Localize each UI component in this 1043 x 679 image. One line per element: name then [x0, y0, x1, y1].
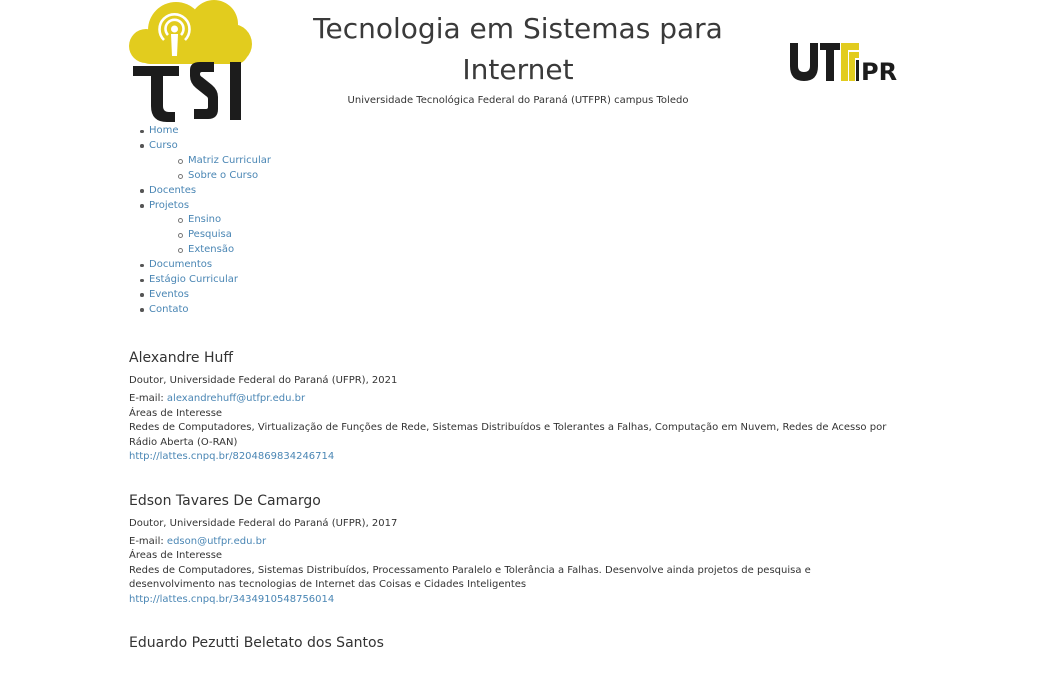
nav-item-matriz: Matriz Curricular: [149, 154, 529, 169]
faculty-entry: Eduardo Pezutti Beletato dos Santos: [129, 631, 894, 655]
faculty-list: Alexandre Huff Doutor, Universidade Fede…: [129, 346, 894, 679]
nav-item-pesquisa: Pesquisa: [149, 228, 529, 243]
nav-link-estagio-curricular[interactable]: Estágio Curricular: [149, 274, 238, 285]
email-label: E-mail:: [129, 393, 164, 404]
nav-item-contato: Contato: [129, 303, 529, 318]
nav-link-extensao[interactable]: Extensão: [188, 244, 234, 255]
nav-link-sobre-o-curso[interactable]: Sobre o Curso: [188, 170, 258, 181]
nav-link-curso[interactable]: Curso: [149, 140, 178, 151]
faculty-degree: Doutor, Universidade Federal do Paraná (…: [129, 517, 398, 529]
utfpr-logo-pr-text: PR: [861, 58, 897, 82]
nav-link-pesquisa[interactable]: Pesquisa: [188, 229, 232, 240]
nav-item-sobre: Sobre o Curso: [149, 169, 529, 184]
faculty-email-row: E-mail: alexandrehuff@utfpr.edu.br: [129, 392, 894, 407]
utfpr-logo[interactable]: PR: [789, 42, 909, 86]
faculty-name: Edson Tavares De Camargo: [129, 492, 321, 509]
nav-link-documentos[interactable]: Documentos: [149, 259, 212, 270]
nav-item-projetos: Projetos Ensino Pesquisa Extensão: [129, 199, 529, 259]
nav-item-extensao: Extensão: [149, 243, 529, 258]
tsi-logo[interactable]: [128, 0, 254, 126]
faculty-entry: Edson Tavares De Camargo Doutor, Univers…: [129, 489, 894, 608]
nav-link-contato[interactable]: Contato: [149, 304, 189, 315]
interests-label: Áreas de Interesse: [129, 407, 223, 419]
interests-text: Redes de Computadores, Virtualização de …: [129, 422, 887, 448]
nav-item-home: Home: [129, 124, 529, 139]
faculty-email-link[interactable]: edson@utfpr.edu.br: [167, 536, 266, 547]
faculty-name: Eduardo Pezutti Beletato dos Santos: [129, 635, 384, 651]
faculty-degree: Doutor, Universidade Federal do Paraná (…: [129, 375, 398, 386]
interests-text: Redes de Computadores, Sistemas Distribu…: [129, 564, 811, 591]
nav-link-eventos[interactable]: Eventos: [149, 289, 189, 300]
nav-link-docentes[interactable]: Docentes: [149, 185, 196, 196]
nav-item-ensino: Ensino: [149, 213, 529, 228]
main-navigation: Home Curso Matriz Curricular Sobre o Cur…: [129, 124, 529, 318]
lattes-link[interactable]: http://lattes.cnpq.br/3434910548756014: [129, 594, 334, 605]
nav-link-projetos[interactable]: Projetos: [149, 200, 189, 211]
lattes-link[interactable]: http://lattes.cnpq.br/8204869834246714: [129, 451, 334, 462]
faculty-name: Alexandre Huff: [129, 350, 234, 366]
site-header: Tecnologia em Sistemas para Internet Uni…: [0, 0, 1043, 122]
utfpr-logo-graphic: PR: [790, 43, 897, 86]
nav-item-eventos: Eventos: [129, 288, 529, 303]
tsi-logo-graphic: [129, 0, 252, 122]
nav-item-estagio: Estágio Curricular: [129, 273, 529, 288]
faculty-email-row: E-mail: edson@utfpr.edu.br: [129, 535, 894, 550]
nav-link-ensino[interactable]: Ensino: [188, 214, 221, 225]
faculty-email-link[interactable]: alexandrehuff@utfpr.edu.br: [167, 393, 305, 404]
interests-label: Áreas de Interesse: [129, 550, 223, 561]
nav-link-home[interactable]: Home: [149, 125, 179, 136]
nav-item-curso: Curso Matriz Curricular Sobre o Curso: [129, 139, 529, 184]
nav-item-documentos: Documentos: [129, 258, 529, 273]
faculty-entry: Alexandre Huff Doutor, Universidade Fede…: [129, 346, 894, 465]
nav-link-matriz-curricular[interactable]: Matriz Curricular: [188, 155, 271, 166]
nav-item-docentes: Docentes: [129, 184, 529, 199]
site-title: Tecnologia em Sistemas para Internet: [313, 12, 723, 86]
site-subtitle: Universidade Tecnológica Federal do Para…: [347, 95, 689, 106]
email-label: E-mail:: [129, 535, 164, 547]
